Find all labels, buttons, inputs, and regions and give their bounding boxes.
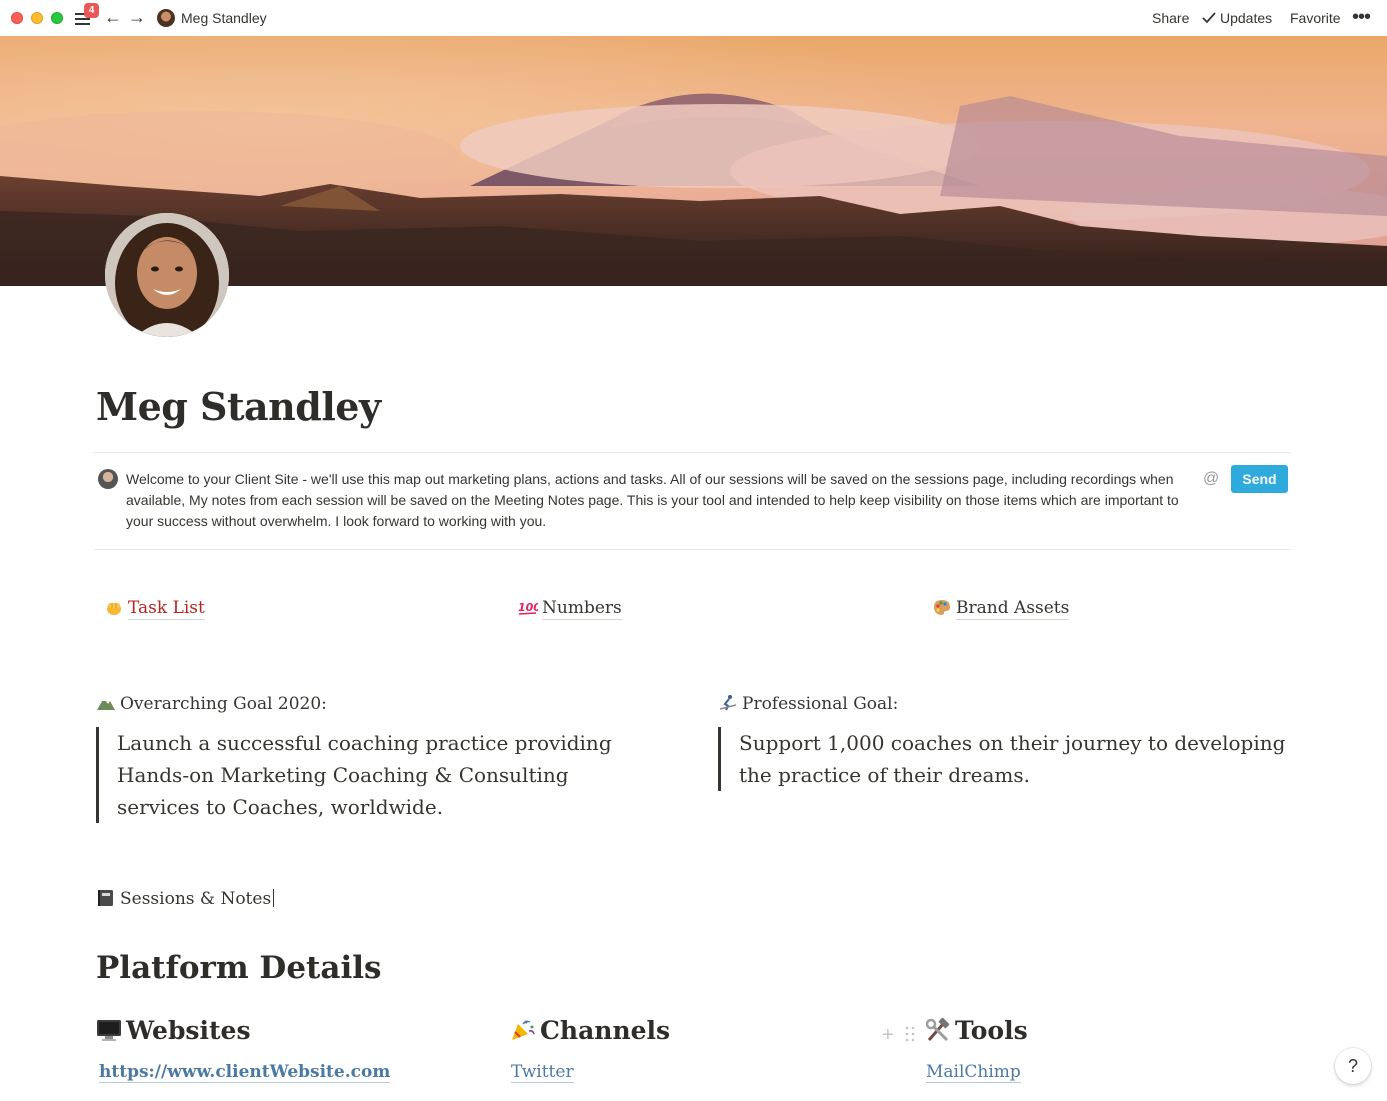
divider — [94, 549, 1291, 550]
numbers-link[interactable]: 100 Numbers — [518, 597, 622, 620]
checkmark-icon — [1202, 12, 1216, 24]
updates-label: Updates — [1220, 10, 1273, 26]
send-button[interactable]: Send — [1231, 465, 1288, 493]
comment-input[interactable]: Welcome to your Client Site - we'll use … — [126, 469, 1181, 532]
professional-goal-heading: Professional Goal: — [718, 693, 898, 714]
divider — [94, 452, 1291, 453]
desktop-computer-icon — [97, 1020, 121, 1041]
mountain-icon — [97, 698, 115, 710]
mailchimp-link[interactable]: MailChimp — [926, 1062, 1021, 1083]
back-arrow-icon[interactable]: ← — [104, 7, 122, 27]
notification-badge: 4 — [84, 3, 99, 18]
overarching-goal-quote[interactable]: Launch a successful coaching practice pr… — [96, 727, 657, 823]
numbers-label: Numbers — [542, 598, 622, 620]
sessions-notes-link[interactable]: Sessions & Notes — [96, 888, 275, 909]
add-block-icon[interactable]: + — [882, 1024, 894, 1047]
hundred-points-icon: 100 — [518, 601, 538, 615]
mention-icon[interactable]: @ — [1203, 470, 1219, 488]
channels-label: Channels — [540, 1016, 671, 1045]
share-button[interactable]: Share — [1152, 10, 1189, 26]
window-minimize-button[interactable] — [31, 12, 43, 24]
overarching-goal-label: Overarching Goal 2020: — [120, 694, 327, 714]
websites-label: Websites — [126, 1016, 251, 1045]
window-close-button[interactable] — [11, 12, 23, 24]
professional-goal-quote[interactable]: Support 1,000 coaches on their journey t… — [718, 727, 1289, 791]
tools-label: Tools — [955, 1016, 1028, 1045]
notebook-icon — [98, 890, 113, 906]
forward-arrow-icon[interactable]: → — [128, 7, 146, 27]
hammer-wrench-icon — [925, 1017, 950, 1042]
updates-button[interactable]: Updates — [1202, 10, 1272, 26]
commenter-avatar — [98, 469, 118, 489]
platform-details-heading[interactable]: Platform Details — [96, 950, 381, 986]
page-title[interactable]: Meg Standley — [96, 384, 381, 429]
websites-heading[interactable]: Websites — [96, 1016, 251, 1045]
tools-heading[interactable]: Tools — [925, 1016, 1028, 1045]
party-popper-icon — [512, 1020, 535, 1040]
top-bar: 4 ← → Meg Standley Share Updates Favorit… — [0, 0, 1387, 36]
skier-icon — [719, 695, 737, 711]
brand-assets-link[interactable]: Brand Assets — [932, 597, 1070, 620]
more-options-icon[interactable]: ••• — [1352, 6, 1371, 29]
twitter-link[interactable]: Twitter — [511, 1062, 574, 1083]
breadcrumb-avatar — [157, 9, 175, 27]
artist-palette-icon — [934, 600, 950, 615]
profile-photo[interactable] — [105, 213, 229, 337]
breadcrumb-page-title[interactable]: Meg Standley — [181, 10, 267, 26]
brand-assets-label: Brand Assets — [956, 598, 1070, 620]
window-zoom-button[interactable] — [51, 12, 63, 24]
channels-heading[interactable]: Channels — [510, 1016, 670, 1045]
task-list-label: Task List — [128, 598, 205, 620]
drag-handle-icon[interactable] — [905, 1026, 915, 1042]
fist-bump-icon — [107, 603, 121, 615]
favorite-button[interactable]: Favorite — [1290, 10, 1341, 26]
overarching-goal-heading: Overarching Goal 2020: — [96, 693, 327, 714]
task-list-link[interactable]: Task List — [104, 597, 205, 620]
help-button[interactable]: ? — [1335, 1048, 1371, 1084]
svg-text:100: 100 — [518, 601, 538, 614]
professional-goal-label: Professional Goal: — [742, 694, 899, 714]
sessions-notes-label: Sessions & Notes — [120, 889, 272, 909]
text-cursor — [273, 889, 275, 907]
website-url-link[interactable]: https://www.clientWebsite.com — [99, 1062, 391, 1083]
